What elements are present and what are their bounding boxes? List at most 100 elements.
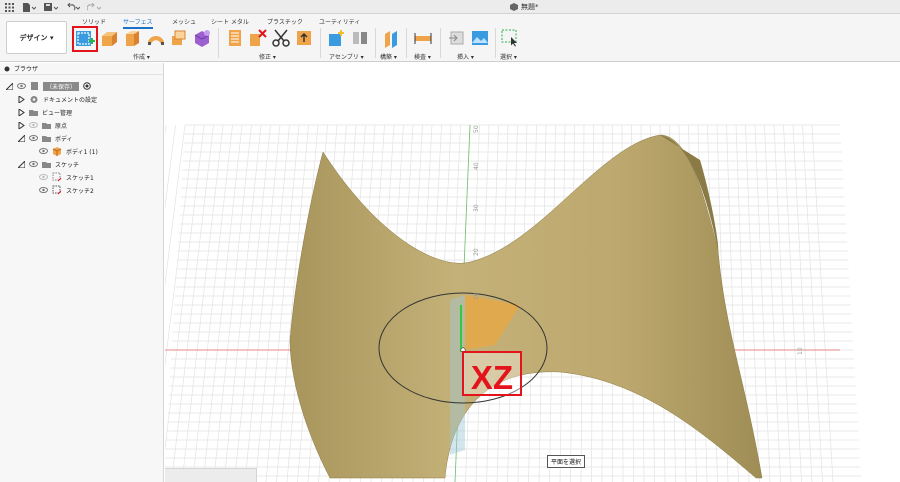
tree-row-root[interactable]: （未保存）: [6, 80, 91, 92]
collapsed-triangle-icon[interactable]: [18, 108, 25, 116]
measure-icon: [414, 33, 432, 44]
insert-derive-button[interactable]: [447, 28, 467, 48]
expanded-triangle-icon[interactable]: [6, 82, 13, 90]
eye-hidden-icon[interactable]: [29, 122, 38, 128]
save-icon[interactable]: [44, 2, 58, 12]
revolve-icon: [126, 31, 139, 46]
tree-row-sketch2[interactable]: スケッチ2: [39, 184, 94, 196]
eye-icon[interactable]: [29, 135, 38, 141]
offset-plane-button[interactable]: [382, 28, 402, 48]
grid-line: [244, 124, 281, 482]
3d-viewport[interactable]: 50 40 30 20 10 10 XZ: [76, 63, 900, 482]
grid-line: [811, 124, 834, 482]
eye-icon[interactable]: [39, 148, 48, 154]
app-grid-icon[interactable]: [5, 2, 14, 12]
viewport-bottom-strip: [165, 468, 257, 482]
group-label-select[interactable]: 選択 ▾: [500, 52, 517, 61]
folder-icon: [42, 161, 51, 168]
grid-line: [792, 124, 813, 482]
expanded-triangle-icon[interactable]: [18, 160, 25, 168]
y-tick-label: 20: [473, 248, 480, 256]
patch-button[interactable]: [192, 28, 212, 48]
ribbon-separator: [375, 28, 376, 58]
grid-line: [139, 124, 186, 482]
eye-hidden-icon[interactable]: [39, 174, 48, 180]
measure-button[interactable]: [413, 28, 433, 48]
select-box-icon: [501, 29, 517, 47]
offset-face-button[interactable]: [294, 28, 314, 48]
new-component-button[interactable]: [327, 28, 347, 48]
x-tick-label: 10: [797, 347, 804, 355]
press-pull-icon: [229, 30, 241, 46]
tree-row-origin[interactable]: 原点: [18, 119, 67, 131]
create-sketch-button[interactable]: [72, 26, 98, 52]
eye-icon[interactable]: [17, 83, 26, 89]
tree-row-view-mgmt[interactable]: ビュー管理: [18, 106, 72, 118]
loft-button[interactable]: [169, 28, 189, 48]
collapsed-triangle-icon[interactable]: [18, 121, 25, 129]
workspace-selector[interactable]: デザイン ▾: [6, 21, 67, 54]
revolve-button[interactable]: [123, 28, 143, 48]
loft-icon: [172, 30, 186, 45]
tab-solid[interactable]: ソリッド: [82, 17, 106, 26]
browser-header[interactable]: ブラウザ: [0, 63, 163, 75]
joint-button[interactable]: [350, 28, 370, 48]
collapse-dot-icon[interactable]: [4, 66, 10, 72]
patch-icon: [194, 30, 210, 47]
select-button[interactable]: [500, 28, 520, 48]
tab-plastic[interactable]: プラスチック: [267, 17, 303, 26]
extrude-button[interactable]: [100, 28, 120, 48]
file-menu-icon[interactable]: [22, 2, 36, 12]
activate-radio-icon[interactable]: [83, 82, 91, 90]
group-label-modify[interactable]: 修正 ▾: [259, 52, 276, 61]
new-component-icon: [329, 30, 344, 46]
tab-utility[interactable]: ユーティリティ: [319, 17, 360, 26]
grid-line: [223, 124, 262, 482]
sweep-button[interactable]: [146, 28, 166, 48]
extrude-icon: [102, 32, 117, 46]
split-body-button[interactable]: [271, 28, 291, 48]
eye-icon[interactable]: [29, 161, 38, 167]
press-pull-button[interactable]: [225, 28, 245, 48]
tree-row-sketch1[interactable]: スケッチ1: [39, 171, 94, 183]
group-label-insert[interactable]: 挿入 ▾: [457, 52, 474, 61]
insert-image-button[interactable]: [470, 28, 490, 48]
expanded-triangle-icon[interactable]: [18, 134, 25, 142]
group-label-create[interactable]: 作成 ▾: [133, 52, 150, 61]
tab-mesh[interactable]: メッシュ: [172, 17, 196, 26]
grid-line: [764, 124, 781, 482]
grid-line: [118, 124, 167, 482]
tab-sheet-metal[interactable]: シート メタル: [211, 17, 249, 26]
tree-row-body1[interactable]: ボディ1 (1): [39, 145, 98, 157]
y-tick-label: 50: [473, 125, 480, 133]
redo-icon[interactable]: [87, 2, 101, 12]
ribbon-separator: [406, 28, 407, 58]
offset-plane-icon: [385, 31, 397, 48]
folder-icon: [42, 135, 51, 142]
insert-derive-icon: [449, 31, 464, 45]
create-sketch-icon: [76, 31, 95, 46]
tree-row-doc-settings[interactable]: ドキュメントの設定: [18, 93, 97, 105]
grid-line: [150, 124, 195, 482]
group-label-construct[interactable]: 構築 ▾: [380, 52, 397, 61]
document-icon: [31, 82, 38, 90]
title-bar: 無題*: [0, 0, 900, 14]
status-tooltip: 平面を選択: [547, 455, 586, 468]
tree-row-bodies[interactable]: ボディ: [18, 132, 73, 144]
undo-icon[interactable]: [66, 2, 80, 12]
app-window: { "title_bar": { "document_title": "無題*"…: [0, 0, 900, 482]
canvas-scene[interactable]: 50 40 30 20 10 10 XZ: [76, 63, 900, 482]
offset-face-icon: [297, 31, 311, 45]
group-label-assemble[interactable]: アセンブリ ▾: [329, 52, 364, 61]
grid-line: [202, 124, 243, 482]
grid-line: [192, 124, 233, 482]
eye-icon[interactable]: [39, 187, 48, 193]
collapsed-triangle-icon[interactable]: [18, 95, 25, 103]
xz-plane-button[interactable]: XZ: [462, 351, 522, 396]
grid-line: [234, 124, 271, 482]
y-tick-label: 30: [473, 204, 480, 212]
tree-row-sketches[interactable]: スケッチ: [18, 158, 79, 170]
scissors-icon: [272, 29, 290, 47]
trim-button[interactable]: [248, 28, 268, 48]
group-label-inspect[interactable]: 検査 ▾: [414, 52, 431, 61]
